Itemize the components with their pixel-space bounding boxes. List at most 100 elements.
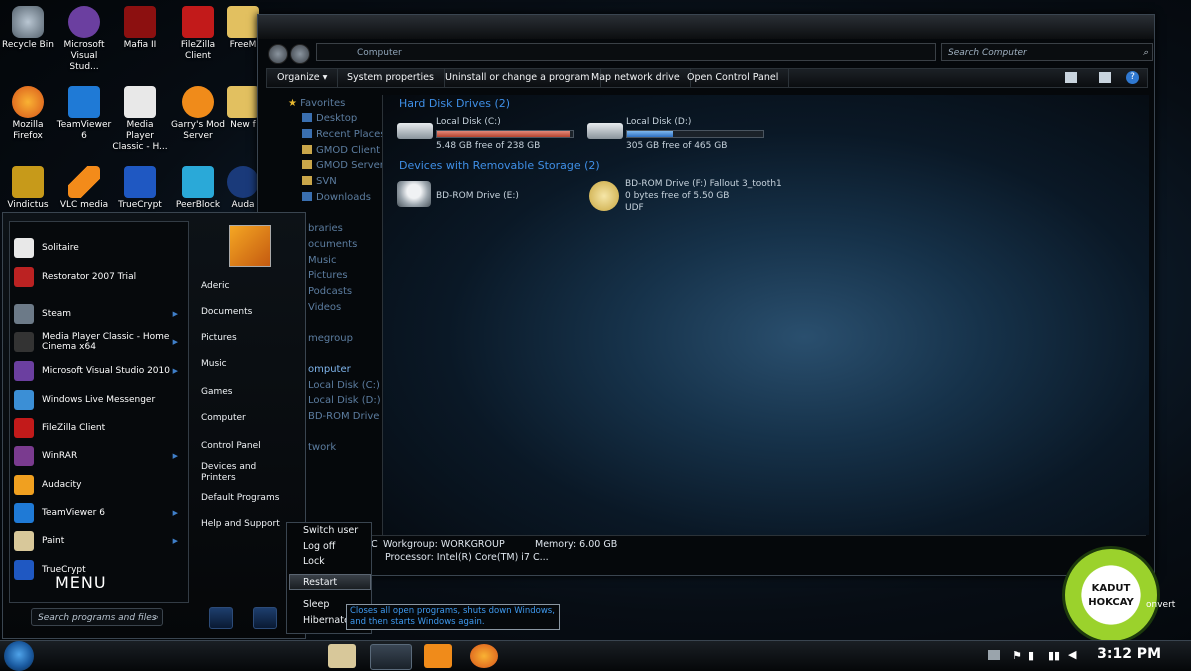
drive-f-free: 0 bytes free of 5.50 GB	[625, 191, 730, 201]
hibernate-item[interactable]: Hibernate	[303, 615, 350, 626]
desktop-icon[interactable]: Mozilla Firefox	[0, 86, 56, 142]
keyboard-icon[interactable]	[988, 650, 1000, 660]
desktop-icon[interactable]: FileZilla Client	[170, 6, 226, 62]
battery-icon[interactable]: ▮	[1028, 649, 1034, 662]
search-input[interactable]: Search Computer ⌕	[941, 43, 1153, 61]
taskbar-explorer-icon[interactable]	[370, 644, 412, 670]
sleep-item[interactable]: Sleep	[303, 599, 329, 610]
group-header-hard-disks[interactable]: Hard Disk Drives (2)	[399, 97, 510, 110]
desktop-icon[interactable]: Microsoft Visual Stud...	[56, 6, 112, 73]
program-item[interactable]: TeamViewer 6 ▶	[14, 501, 182, 525]
nav-item[interactable]: omputer	[308, 363, 351, 377]
back-button[interactable]	[268, 44, 288, 64]
desktop-icon[interactable]: FreeM	[226, 6, 260, 51]
address-bar[interactable]: Computer	[316, 43, 936, 61]
nav-favorites[interactable]: ★ Favorites	[288, 97, 345, 111]
uninstall-program-button[interactable]: Uninstall or change a program	[435, 69, 601, 87]
program-item[interactable]: Media Player Classic - Home Cinema x64 ▶	[14, 330, 182, 354]
system-properties-button[interactable]: System properties	[337, 69, 445, 87]
folder-icon	[302, 160, 312, 169]
user-picture[interactable]	[229, 225, 271, 267]
start-button[interactable]	[4, 641, 34, 671]
start-link-control-panel[interactable]: Control Panel	[201, 441, 261, 452]
lock-item[interactable]: Lock	[303, 556, 325, 567]
taskbar: ⚑ ▮ ▮▮ ◀ 3:12 PM	[0, 640, 1191, 671]
start-link-games[interactable]: Games	[201, 387, 232, 398]
drive-e-name[interactable]: BD-ROM Drive (E:)	[436, 191, 519, 202]
restart-item[interactable]: Restart	[303, 577, 337, 588]
log-off-item[interactable]: Log off	[303, 541, 335, 552]
desktop-icon[interactable]: Media Player Classic - H...	[112, 86, 168, 153]
all-programs-label[interactable]: MENU	[55, 573, 107, 592]
clock[interactable]: 3:12 PM	[1097, 646, 1161, 662]
start-link-documents[interactable]: Documents	[201, 307, 252, 318]
nav-item[interactable]: ocuments	[308, 238, 357, 252]
start-link-devices[interactable]: Devices and Printers	[201, 462, 271, 484]
nav-item[interactable]: GMOD Client	[302, 144, 380, 158]
desktop-icon[interactable]: TrueCrypt	[112, 166, 168, 211]
program-item[interactable]: Audacity	[14, 473, 182, 497]
desktop-icon[interactable]: Auda	[226, 166, 260, 211]
audacity-icon	[14, 475, 34, 495]
program-item[interactable]: Windows Live Messenger	[14, 388, 182, 412]
drive-c-name[interactable]: Local Disk (C:)	[436, 117, 501, 128]
program-item[interactable]: FileZilla Client	[14, 416, 182, 440]
preview-pane-icon[interactable]	[1099, 72, 1111, 83]
map-network-drive-button[interactable]: Map network drive	[581, 69, 691, 87]
power-options-button[interactable]	[253, 607, 277, 629]
bd-rom-icon	[397, 181, 431, 207]
nav-item[interactable]: megroup	[308, 332, 353, 346]
program-item[interactable]: Steam ▶	[14, 302, 182, 326]
nav-item[interactable]: SVN	[302, 175, 337, 189]
drive-d-name[interactable]: Local Disk (D:)	[626, 117, 691, 128]
nav-item[interactable]: Pictures	[308, 269, 348, 283]
nav-item[interactable]: twork	[308, 441, 336, 455]
organize-button[interactable]: Organize ▾	[267, 69, 339, 87]
desktop-icon[interactable]: Mafia II	[112, 6, 168, 51]
start-link-help[interactable]: Help and Support	[201, 519, 280, 530]
drive-f-name[interactable]: BD-ROM Drive (F:) Fallout 3_tooth1	[625, 179, 782, 190]
taskbar-paint-icon[interactable]	[328, 644, 356, 668]
program-item[interactable]: Microsoft Visual Studio 2010 ▶	[14, 359, 182, 383]
nav-item[interactable]: GMOD Server	[302, 159, 384, 173]
help-icon[interactable]: ?	[1126, 71, 1139, 84]
nav-item[interactable]: braries	[308, 222, 343, 236]
start-link-user[interactable]: Aderic	[201, 281, 229, 292]
start-link-default-programs[interactable]: Default Programs	[201, 493, 279, 504]
taskbar-media-player-icon[interactable]	[424, 644, 452, 668]
desktop-icon-label[interactable]: onvert	[1146, 600, 1175, 610]
open-control-panel-button[interactable]: Open Control Panel	[677, 69, 790, 87]
forward-button[interactable]	[290, 44, 310, 64]
start-link-pictures[interactable]: Pictures	[201, 333, 237, 344]
program-item[interactable]: WinRAR ▶	[14, 444, 182, 468]
program-item[interactable]: Solitaire	[14, 236, 182, 260]
desktop-icon[interactable]: VLC media	[56, 166, 112, 211]
nav-item[interactable]: Videos	[308, 301, 341, 315]
desktop-icon[interactable]: Vindictus	[0, 166, 56, 211]
flag-icon[interactable]: ⚑	[1012, 649, 1022, 662]
desktop-icon[interactable]: TeamViewer 6	[56, 86, 112, 142]
start-link-music[interactable]: Music	[201, 359, 227, 370]
nav-item[interactable]: Local Disk (C:)	[308, 379, 380, 393]
start-search-input[interactable]: Search programs and files ⌕	[31, 608, 163, 626]
program-item[interactable]: Restorator 2007 Trial	[14, 265, 182, 289]
desktop-icon[interactable]: Recycle Bin	[0, 6, 56, 51]
nav-item[interactable]: Local Disk (D:)	[308, 394, 381, 408]
switch-user-item[interactable]: Switch user	[303, 525, 358, 536]
group-header-removable[interactable]: Devices with Removable Storage (2)	[399, 159, 600, 172]
desktop-icon[interactable]: Garry's Mod Server	[170, 86, 226, 142]
start-link-computer[interactable]: Computer	[201, 413, 246, 424]
nav-item[interactable]: Recent Places	[302, 128, 386, 142]
program-item[interactable]: Paint ▶	[14, 529, 182, 553]
shutdown-button[interactable]	[209, 607, 233, 629]
network-icon[interactable]: ▮▮	[1048, 649, 1060, 662]
desktop-icon[interactable]: New f	[226, 86, 260, 131]
volume-icon[interactable]: ◀	[1068, 648, 1076, 661]
desktop-icon[interactable]: PeerBlock	[170, 166, 226, 211]
nav-item[interactable]: Downloads	[302, 191, 371, 205]
nav-item[interactable]: Desktop	[302, 112, 357, 126]
taskbar-firefox-icon[interactable]	[470, 644, 498, 668]
views-icon[interactable]	[1065, 72, 1077, 83]
nav-item[interactable]: Podcasts	[308, 285, 352, 299]
nav-item[interactable]: Music	[308, 254, 336, 268]
